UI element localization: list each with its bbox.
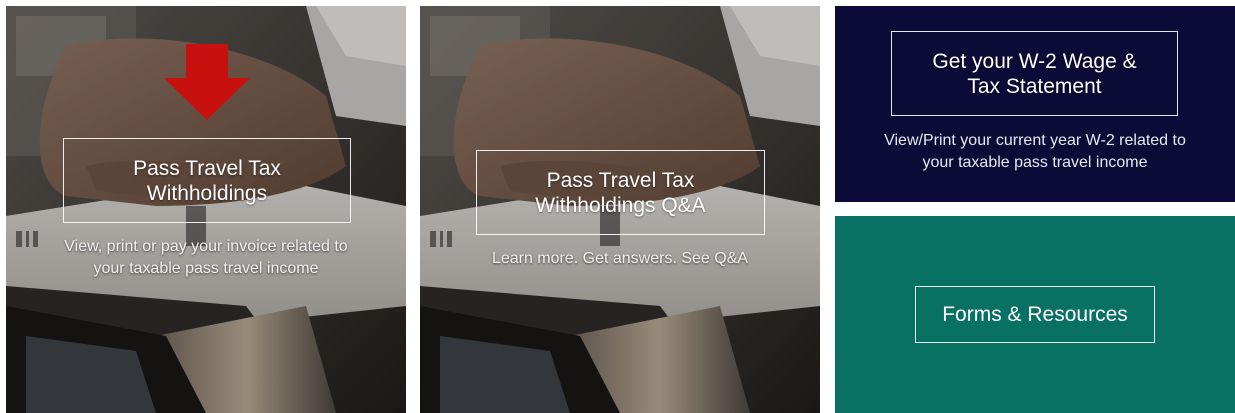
withholdings-tile[interactable]: Pass Travel Tax Withholdings View, print…	[6, 6, 406, 413]
withholdings-title[interactable]: Pass Travel Tax Withholdings	[63, 138, 351, 223]
qa-subtitle: Learn more. Get answers. See Q&A	[491, 250, 749, 267]
w2-statement-tile[interactable]: Get your W-2 Wage & Tax Statement View/P…	[835, 6, 1235, 202]
qa-title[interactable]: Pass Travel Tax Withholdings Q&A	[476, 150, 765, 235]
pass-travel-tiles-page: Pass Travel Tax Withholdings View, print…	[0, 0, 1235, 413]
withholdings-subtitle: View, print or pay your invoice related …	[64, 238, 348, 277]
w2-title[interactable]: Get your W-2 Wage & Tax Statement	[891, 31, 1178, 116]
withholdings-qa-tile[interactable]: Pass Travel Tax Withholdings Q&A Learn m…	[420, 6, 820, 413]
forms-title[interactable]: Forms & Resources	[915, 286, 1155, 343]
forms-resources-tile[interactable]: Forms & Resources	[835, 216, 1235, 413]
w2-subtitle: View/Print your current year W-2 related…	[884, 132, 1186, 171]
down-arrow-icon	[164, 44, 250, 120]
